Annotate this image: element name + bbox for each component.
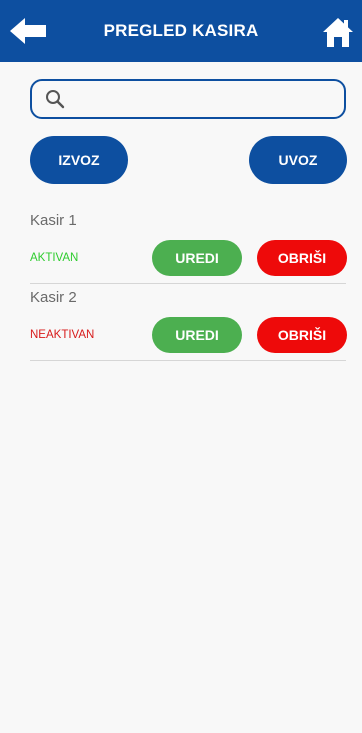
edit-button[interactable]: UREDI	[152, 240, 242, 276]
home-button[interactable]	[322, 16, 354, 48]
status-label: AKTIVAN	[30, 252, 79, 264]
cashier-row: Kasir 2 NEAKTIVAN UREDI OBRIŠI	[30, 285, 347, 361]
delete-button[interactable]: OBRIŠI	[257, 317, 347, 353]
page-title: PREGLED KASIRA	[103, 21, 259, 40]
search-box[interactable]	[30, 79, 346, 119]
delete-button[interactable]: OBRIŠI	[257, 240, 347, 276]
app-header: PREGLED KASIRA	[0, 0, 362, 62]
home-icon	[323, 18, 353, 47]
search-input[interactable]	[72, 84, 342, 114]
status-label: NEAKTIVAN	[30, 329, 95, 341]
cashier-row: Kasir 1 AKTIVAN UREDI OBRIŠI	[30, 208, 347, 284]
search-icon	[46, 90, 65, 109]
back-button[interactable]	[10, 18, 48, 44]
import-button[interactable]: UVOZ	[249, 136, 347, 184]
cashier-name: Kasir 1	[30, 212, 77, 229]
export-button[interactable]: IZVOZ	[30, 136, 128, 184]
arrow-left-icon	[10, 18, 46, 44]
cashier-name: Kasir 2	[30, 289, 77, 306]
edit-button[interactable]: UREDI	[152, 317, 242, 353]
